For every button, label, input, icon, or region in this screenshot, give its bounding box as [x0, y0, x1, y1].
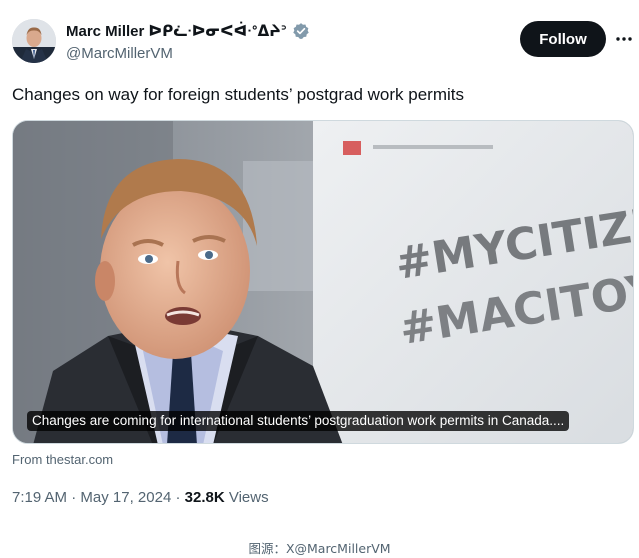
tweet-date[interactable]: May 17, 2024: [80, 489, 171, 506]
verified-badge-icon: [292, 22, 310, 40]
meta-separator: ·: [71, 489, 81, 506]
follow-button[interactable]: Follow: [520, 21, 606, 57]
author-name-row[interactable]: Marc Miller ᐅᑭᓛᐧᐅᓂᐸᐋᐧᐤᐃᔨᐣ: [66, 22, 310, 40]
link-source[interactable]: From thestar.com: [12, 452, 113, 467]
author-avatar[interactable]: [12, 19, 56, 63]
image-credit: 图源：X@MarcMillerVM: [248, 541, 391, 556]
tweet-text: Changes on way for foreign students’ pos…: [12, 85, 464, 104]
link-preview-card[interactable]: #MYCITIZENSHIP #MACITOYENNETÉ Changes ar…: [12, 120, 634, 444]
meta-separator: ·: [175, 489, 185, 506]
more-options-icon[interactable]: [612, 27, 636, 51]
tweet-time[interactable]: 7:19 AM: [12, 489, 67, 506]
tweet-meta: 7:19 AM · May 17, 2024 · 32.8K Views: [12, 489, 269, 506]
media-caption: Changes are coming for international stu…: [27, 411, 570, 431]
author-handle[interactable]: @MarcMillerVM: [66, 45, 173, 62]
views-label: Views: [228, 489, 269, 506]
views-count: 32.8K: [184, 489, 225, 506]
author-name[interactable]: Marc Miller ᐅᑭᓛᐧᐅᓂᐸᐋᐧᐤᐃᔨᐣ: [66, 22, 287, 40]
avatar-image: [12, 19, 56, 63]
article-photo: #MYCITIZENSHIP #MACITOYENNETÉ: [13, 121, 633, 443]
tweet-page: Marc Miller ᐅᑭᓛᐧᐅᓂᐸᐋᐧᐤᐃᔨᐣ @MarcMillerVM …: [0, 0, 639, 558]
